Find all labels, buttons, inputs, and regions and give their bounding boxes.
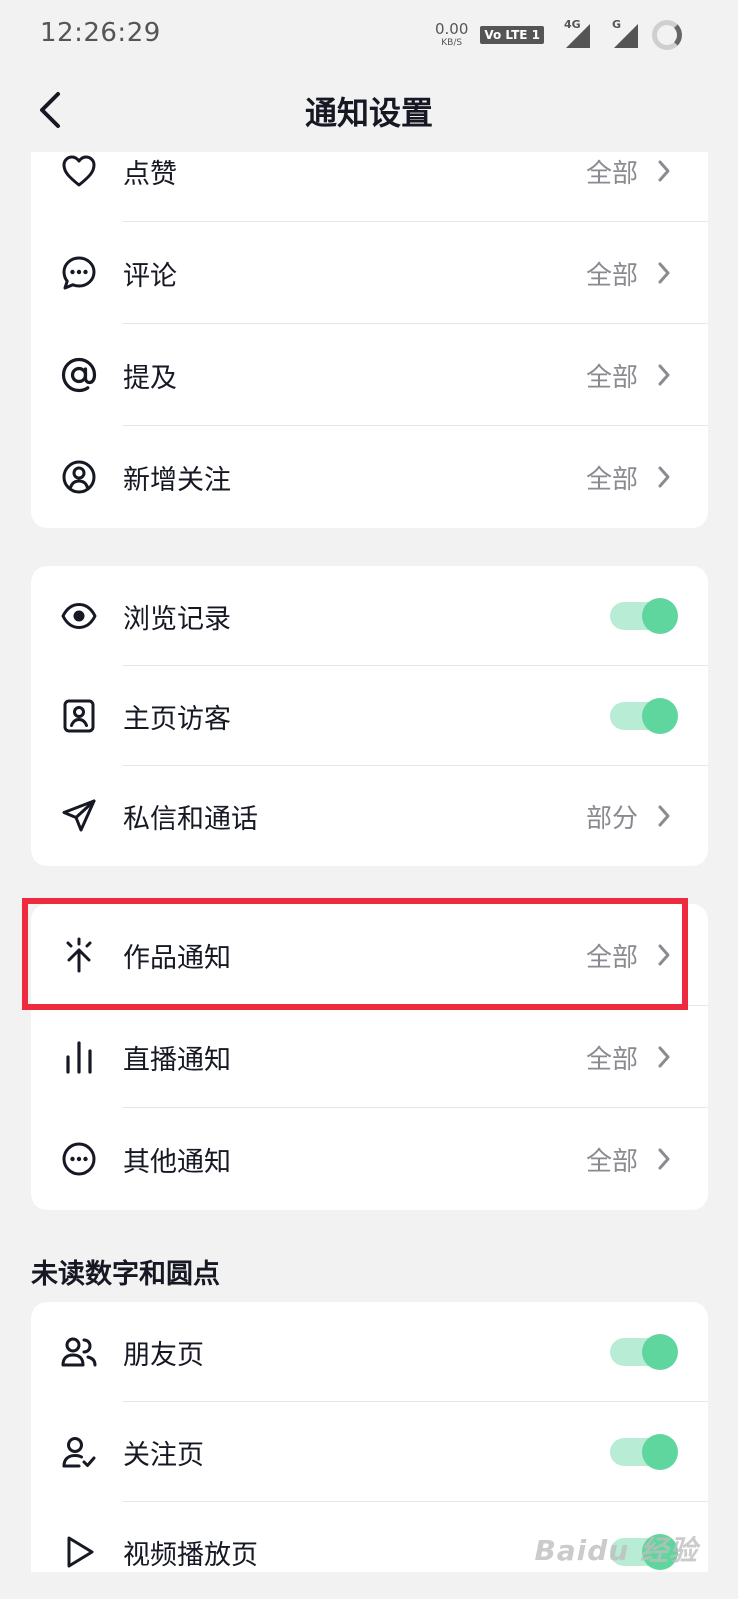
play-icon [59, 1532, 99, 1572]
at-icon [59, 355, 99, 395]
chevron-right-icon [654, 361, 674, 389]
list-item-following-page[interactable]: 关注页 [31, 1402, 708, 1502]
battery-icon [652, 20, 682, 50]
friends-icon [59, 1332, 99, 1372]
network-speed-unit: KB/S [441, 38, 463, 48]
list-item-new-followers[interactable]: 新增关注 全部 [31, 426, 708, 528]
notification-settings-screen: 12:26:29 0.00 KB/S Vo LTE 1 4G G 通知设置 点赞… [0, 0, 738, 1599]
other-notification-label: 其他通知 [123, 1146, 231, 1178]
messages-calls-label: 私信和通话 [123, 803, 258, 835]
toggle-knob [642, 1434, 678, 1470]
chevron-right-icon [654, 1145, 674, 1173]
toggle-knob [642, 598, 678, 634]
chevron-right-icon [654, 259, 674, 287]
network-speed-value: 0.00 [434, 20, 469, 38]
privacy-card: 浏览记录 主页访客 私信和通话 部分 [31, 566, 708, 866]
profile-icon [59, 696, 99, 736]
content-card: 作品通知 全部 直播通知 全部 其他通知 全部 [31, 904, 708, 1210]
send-icon [59, 796, 99, 836]
chevron-right-icon [654, 941, 674, 969]
volte-icon: Vo LTE 1 [480, 26, 544, 44]
profile-visitors-toggle[interactable] [610, 696, 678, 736]
list-item-live-notification[interactable]: 直播通知 全部 [31, 1006, 708, 1108]
settings-scroll-area[interactable]: 点赞 全部 评论 全部 提及 全部 新增关注 全部 浏览记录 主页访客 私信和通… [0, 152, 738, 1572]
unread-section-title: 未读数字和圆点 [31, 1259, 220, 1290]
chevron-right-icon [654, 802, 674, 830]
list-item-browse-history[interactable]: 浏览记录 [31, 566, 708, 666]
messages-calls-value: 部分 [585, 803, 638, 834]
comments-label: 评论 [123, 260, 177, 292]
works-notification-value: 全部 [585, 942, 638, 973]
chevron-right-icon [654, 157, 674, 185]
user-circle-icon [59, 457, 99, 497]
signal-4g-icon: 4G [556, 18, 592, 50]
status-bar: 12:26:29 0.00 KB/S Vo LTE 1 4G G [0, 0, 738, 70]
list-item-friends-page[interactable]: 朋友页 [31, 1302, 708, 1402]
heart-icon [59, 152, 99, 191]
mentions-value: 全部 [585, 362, 638, 393]
browse-history-label: 浏览记录 [123, 603, 231, 635]
live-notification-value: 全部 [585, 1044, 638, 1075]
following-page-toggle[interactable] [610, 1432, 678, 1472]
nav-header: 通知设置 [0, 70, 738, 152]
network-speed: 0.00 KB/S [435, 22, 468, 48]
status-time: 12:26:29 [40, 18, 161, 48]
signal-4g-label: 4G [564, 18, 581, 31]
bars-icon [59, 1037, 99, 1077]
chevron-right-icon [654, 463, 674, 491]
baidu-watermark: Baidu 经验 [534, 1534, 698, 1567]
toggle-knob [642, 1334, 678, 1370]
page-title: 通知设置 [304, 94, 433, 132]
list-item-mentions[interactable]: 提及 全部 [31, 324, 708, 426]
comment-icon [59, 253, 99, 293]
profile-visitors-label: 主页访客 [123, 703, 231, 735]
signal-g-icon: G [604, 18, 640, 50]
eye-icon [59, 596, 99, 636]
likes-value: 全部 [585, 158, 638, 189]
sparkle-arrow-icon [59, 935, 99, 975]
interaction-card: 点赞 全部 评论 全部 提及 全部 新增关注 全部 [31, 152, 708, 528]
other-notification-value: 全部 [585, 1146, 638, 1177]
likes-label: 点赞 [123, 158, 177, 190]
status-icons: 0.00 KB/S Vo LTE 1 4G G [435, 18, 682, 52]
more-circle-icon [59, 1139, 99, 1179]
video-playback-page-label: 视频播放页 [123, 1539, 258, 1571]
live-notification-label: 直播通知 [123, 1044, 231, 1076]
following-icon [59, 1432, 99, 1472]
list-item-comments[interactable]: 评论 全部 [31, 222, 708, 324]
mentions-label: 提及 [123, 362, 177, 394]
toggle-knob [642, 698, 678, 734]
friends-page-label: 朋友页 [123, 1339, 204, 1371]
list-item-profile-visitors[interactable]: 主页访客 [31, 666, 708, 766]
list-item-likes[interactable]: 点赞 全部 [31, 152, 708, 222]
list-item-other-notification[interactable]: 其他通知 全部 [31, 1108, 708, 1210]
signal-g-label: G [612, 18, 622, 31]
works-notification-label: 作品通知 [123, 942, 231, 974]
new-followers-label: 新增关注 [123, 464, 231, 496]
friends-page-toggle[interactable] [610, 1332, 678, 1372]
following-page-label: 关注页 [123, 1439, 204, 1471]
list-item-messages-calls[interactable]: 私信和通话 部分 [31, 766, 708, 866]
comments-value: 全部 [585, 260, 638, 291]
chevron-right-icon [654, 1043, 674, 1071]
list-item-works-notification[interactable]: 作品通知 全部 [31, 904, 708, 1006]
new-followers-value: 全部 [585, 464, 638, 495]
browse-history-toggle[interactable] [610, 596, 678, 636]
